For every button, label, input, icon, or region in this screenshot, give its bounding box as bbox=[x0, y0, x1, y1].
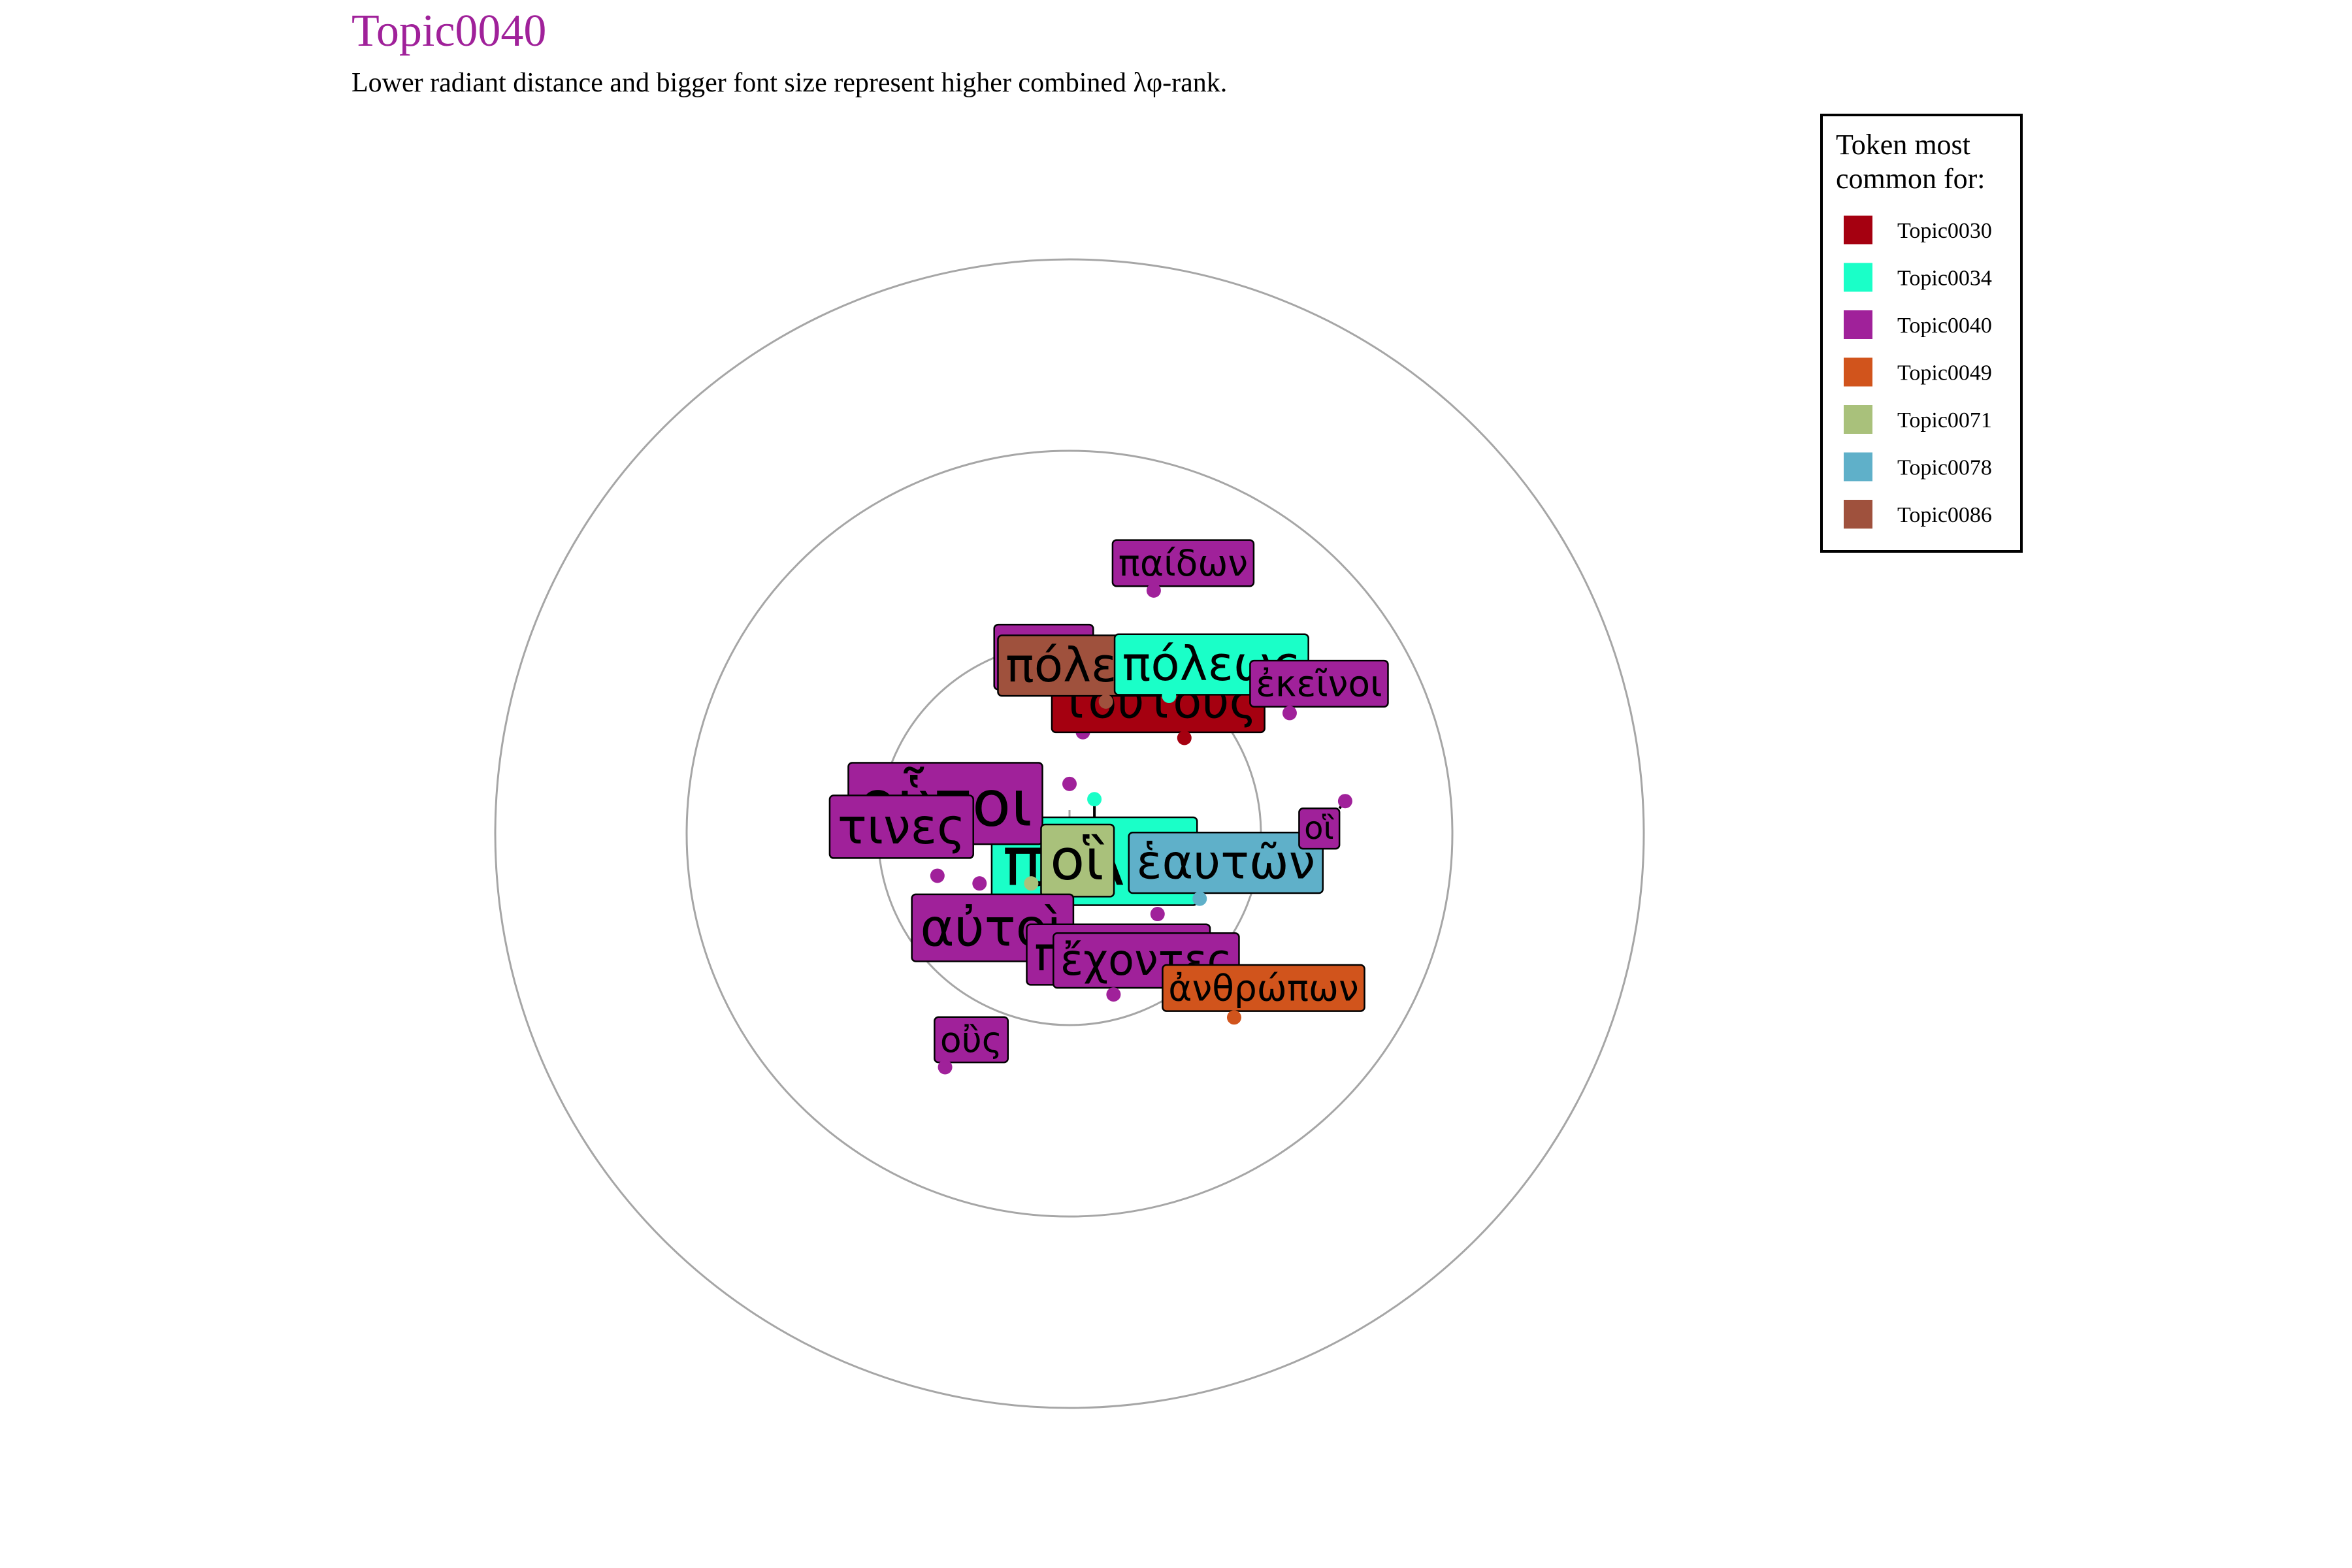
legend-item-label: Topic0049 bbox=[1897, 361, 1992, 385]
token-group: οὒς bbox=[934, 1016, 1009, 1075]
legend-swatch bbox=[1844, 263, 1872, 292]
token-point bbox=[1226, 1010, 1241, 1025]
legend-swatch bbox=[1844, 405, 1872, 434]
legend-item-label: Topic0040 bbox=[1897, 314, 1992, 338]
token-point bbox=[1024, 876, 1039, 891]
token-point bbox=[938, 1060, 953, 1075]
legend-item-label: Topic0030 bbox=[1897, 219, 1992, 243]
legend-swatch bbox=[1844, 310, 1872, 339]
token-point bbox=[1098, 694, 1113, 709]
token-point bbox=[1062, 776, 1077, 791]
token-marks: πόλινοὗτοιοἳgotαὐτοὶτινεςτούτουςπόλειςπό… bbox=[828, 539, 1389, 1075]
legend-swatch bbox=[1844, 357, 1872, 387]
token-label: οἳ bbox=[1050, 828, 1105, 893]
token-point bbox=[1192, 891, 1207, 906]
token-label: οἳ bbox=[1304, 810, 1334, 847]
token-point bbox=[972, 876, 987, 891]
token-point bbox=[1087, 792, 1102, 807]
token-label: ἐκεῖνοι bbox=[1256, 662, 1382, 704]
radial-token-chart: Topic0040 Lower radiant distance and big… bbox=[351, 6, 2023, 1409]
token-point bbox=[1177, 730, 1192, 745]
token-group: οἳ bbox=[1298, 794, 1352, 850]
legend-item-label: Topic0086 bbox=[1897, 503, 1992, 527]
legend-title-line2: common for: bbox=[1836, 163, 1985, 195]
token-point bbox=[1146, 583, 1161, 598]
token-point bbox=[1162, 689, 1177, 704]
chart-title: Topic0040 bbox=[351, 6, 546, 56]
token-group: ἐκεῖνοι bbox=[1249, 659, 1389, 721]
legend-item-label: Topic0071 bbox=[1897, 408, 1992, 433]
token-point bbox=[1282, 706, 1297, 721]
token-point bbox=[1337, 794, 1352, 809]
token-label: ἑαυτῶν bbox=[1136, 836, 1315, 890]
legend-swatch bbox=[1844, 216, 1872, 244]
token-group: τινες bbox=[828, 794, 974, 883]
token-label: τινες bbox=[838, 798, 966, 855]
token-point bbox=[1106, 987, 1121, 1002]
chart-subtitle: Lower radiant distance and bigger font s… bbox=[351, 68, 1227, 98]
token-label: οὒς bbox=[940, 1019, 1002, 1060]
token-group: παίδων bbox=[1111, 539, 1255, 598]
legend-swatch bbox=[1844, 500, 1872, 529]
token-point bbox=[930, 868, 945, 883]
legend-item-label: Topic0034 bbox=[1897, 267, 1992, 291]
legend-item-label: Topic0078 bbox=[1897, 456, 1992, 480]
legend: Token most common for: Topic0030 Topic003… bbox=[1820, 114, 2023, 553]
token-group: ἀνθρώπων bbox=[1162, 964, 1365, 1025]
token-label: ἀνθρώπων bbox=[1168, 967, 1359, 1009]
legend-title-line1: Token most bbox=[1836, 129, 1970, 161]
legend-swatch bbox=[1844, 452, 1872, 482]
token-label: παίδων bbox=[1119, 542, 1248, 584]
token-point bbox=[1150, 907, 1165, 922]
